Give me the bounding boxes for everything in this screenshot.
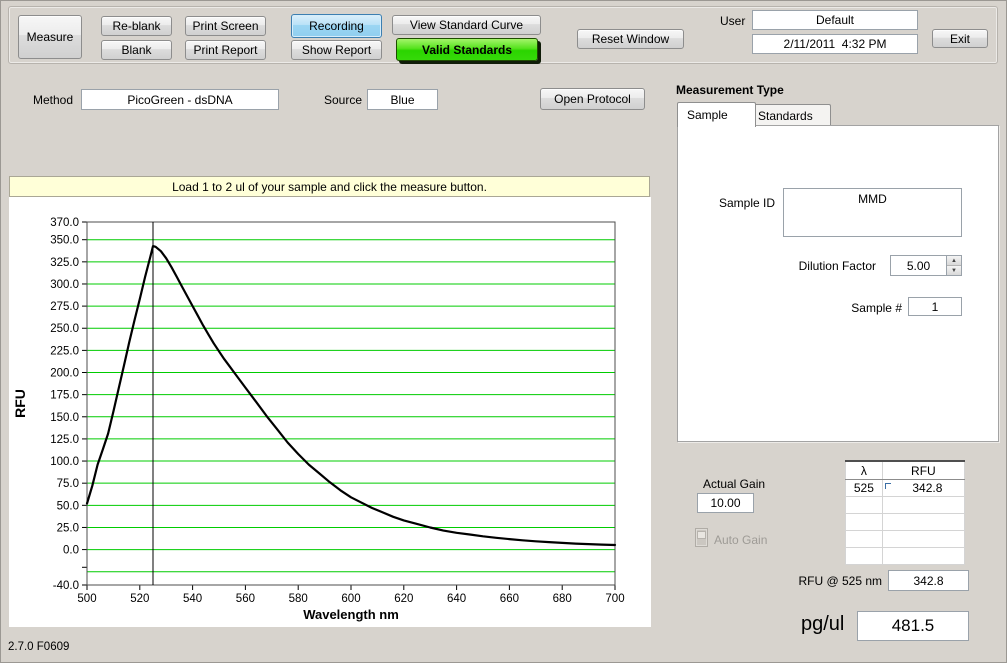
svg-text:500: 500 — [77, 593, 96, 605]
open-protocol-button[interactable]: Open Protocol — [540, 88, 645, 110]
print-screen-button[interactable]: Print Screen — [185, 16, 266, 36]
spinner-up-icon[interactable]: ▲ — [947, 256, 961, 266]
table-cell[interactable] — [882, 531, 964, 548]
svg-text:200.0: 200.0 — [50, 368, 79, 380]
svg-text:0.0: 0.0 — [63, 545, 79, 557]
svg-text:-40.0: -40.0 — [53, 580, 79, 592]
actual-gain-label: Actual Gain — [703, 477, 765, 491]
svg-text:50.0: 50.0 — [57, 500, 79, 512]
auto-gain-label: Auto Gain — [714, 533, 767, 547]
actual-gain-field: 10.00 — [697, 493, 754, 513]
auto-gain-toggle[interactable] — [695, 528, 708, 547]
table-cell[interactable] — [846, 497, 883, 514]
recording-button[interactable]: Recording — [291, 14, 382, 38]
svg-text:350.0: 350.0 — [50, 235, 79, 247]
table-row: 525342.8 — [846, 480, 965, 497]
view-standard-curve-button[interactable]: View Standard Curve — [392, 15, 541, 35]
tab-standards[interactable]: Standards — [748, 104, 831, 126]
svg-text:25.0: 25.0 — [57, 522, 79, 534]
concentration-field: 481.5 — [857, 611, 969, 641]
table-cell[interactable]: 525 — [846, 480, 883, 497]
svg-text:680: 680 — [553, 593, 572, 605]
version-label: 2.7.0 F0609 — [8, 641, 69, 653]
dilution-factor-value[interactable]: 5.00 — [891, 256, 946, 275]
table-row — [846, 514, 965, 531]
method-label: Method — [33, 93, 73, 107]
concentration-unit-label: pg/ul — [801, 613, 844, 636]
svg-text:520: 520 — [130, 593, 149, 605]
user-field[interactable]: Default — [752, 10, 918, 30]
table-cell[interactable]: 342.8 — [882, 480, 964, 497]
table-cell[interactable] — [882, 514, 964, 531]
svg-text:300.0: 300.0 — [50, 279, 79, 291]
source-field[interactable]: Blue — [367, 89, 438, 110]
instruction-banner: Load 1 to 2 ul of your sample and click … — [9, 176, 650, 197]
reset-window-button[interactable]: Reset Window — [577, 29, 684, 49]
measure-button[interactable]: Measure — [18, 15, 82, 59]
svg-text:600: 600 — [341, 593, 360, 605]
source-label: Source — [324, 93, 362, 107]
svg-text:225.0: 225.0 — [50, 345, 79, 357]
method-field[interactable]: PicoGreen - dsDNA — [81, 89, 279, 110]
svg-text:580: 580 — [289, 593, 308, 605]
spectrum-chart: 370.0 350.0 325.0 300.0 275.0 250.0 225.0 200.0… — [9, 197, 651, 627]
svg-text:620: 620 — [394, 593, 413, 605]
measurement-type-title: Measurement Type — [676, 83, 784, 97]
results-table-header: RFU — [882, 461, 964, 480]
results-table[interactable]: λRFU525342.8 — [845, 460, 965, 565]
dilution-factor-stepper[interactable]: 5.00 ▲ ▼ — [890, 255, 962, 276]
table-cell[interactable] — [846, 514, 883, 531]
valid-standards-indicator: Valid Standards — [396, 38, 538, 61]
svg-text:150.0: 150.0 — [50, 412, 79, 424]
reblank-button[interactable]: Re-blank — [101, 16, 172, 36]
show-report-button[interactable]: Show Report — [291, 40, 382, 60]
spinner-down-icon[interactable]: ▼ — [947, 266, 961, 275]
svg-text:100.0: 100.0 — [50, 456, 79, 468]
svg-text:660: 660 — [500, 593, 519, 605]
table-cell[interactable] — [846, 548, 883, 565]
svg-text:370.0: 370.0 — [50, 217, 79, 229]
print-report-button[interactable]: Print Report — [185, 40, 266, 60]
results-table-header: λ — [846, 461, 883, 480]
table-cell[interactable] — [882, 497, 964, 514]
svg-text:Wavelength nm: Wavelength nm — [303, 607, 399, 622]
sample-number-field[interactable]: 1 — [908, 297, 962, 316]
svg-text:325.0: 325.0 — [50, 257, 79, 269]
svg-text:275.0: 275.0 — [50, 301, 79, 313]
table-cell[interactable] — [882, 548, 964, 565]
tab-sample[interactable]: Sample — [677, 102, 756, 127]
dilution-factor-label: Dilution Factor — [758, 259, 876, 273]
svg-text:700: 700 — [605, 593, 624, 605]
datetime-field: 2/11/2011 4:32 PM — [752, 34, 918, 54]
svg-text:125.0: 125.0 — [50, 434, 79, 446]
svg-text:250.0: 250.0 — [50, 323, 79, 335]
user-label: User — [720, 14, 745, 28]
table-cell[interactable] — [846, 531, 883, 548]
svg-text:560: 560 — [236, 593, 255, 605]
svg-text:75.0: 75.0 — [57, 478, 79, 490]
table-row — [846, 497, 965, 514]
table-row — [846, 531, 965, 548]
blank-button[interactable]: Blank — [101, 40, 172, 60]
svg-text:640: 640 — [447, 593, 466, 605]
table-row — [846, 548, 965, 565]
svg-text:540: 540 — [183, 593, 202, 605]
sample-id-field[interactable]: MMD — [783, 188, 962, 237]
rfu-at-peak-field: 342.8 — [888, 570, 969, 591]
exit-button[interactable]: Exit — [932, 29, 988, 48]
svg-text:175.0: 175.0 — [50, 390, 79, 402]
sample-tab-panel — [677, 125, 999, 442]
cell-cursor-marker — [885, 483, 891, 489]
sample-id-label: Sample ID — [690, 196, 775, 210]
svg-text:RFU: RFU — [12, 389, 28, 418]
rfu-at-peak-label: RFU @ 525 nm — [770, 574, 882, 588]
sample-number-label: Sample # — [798, 301, 902, 315]
